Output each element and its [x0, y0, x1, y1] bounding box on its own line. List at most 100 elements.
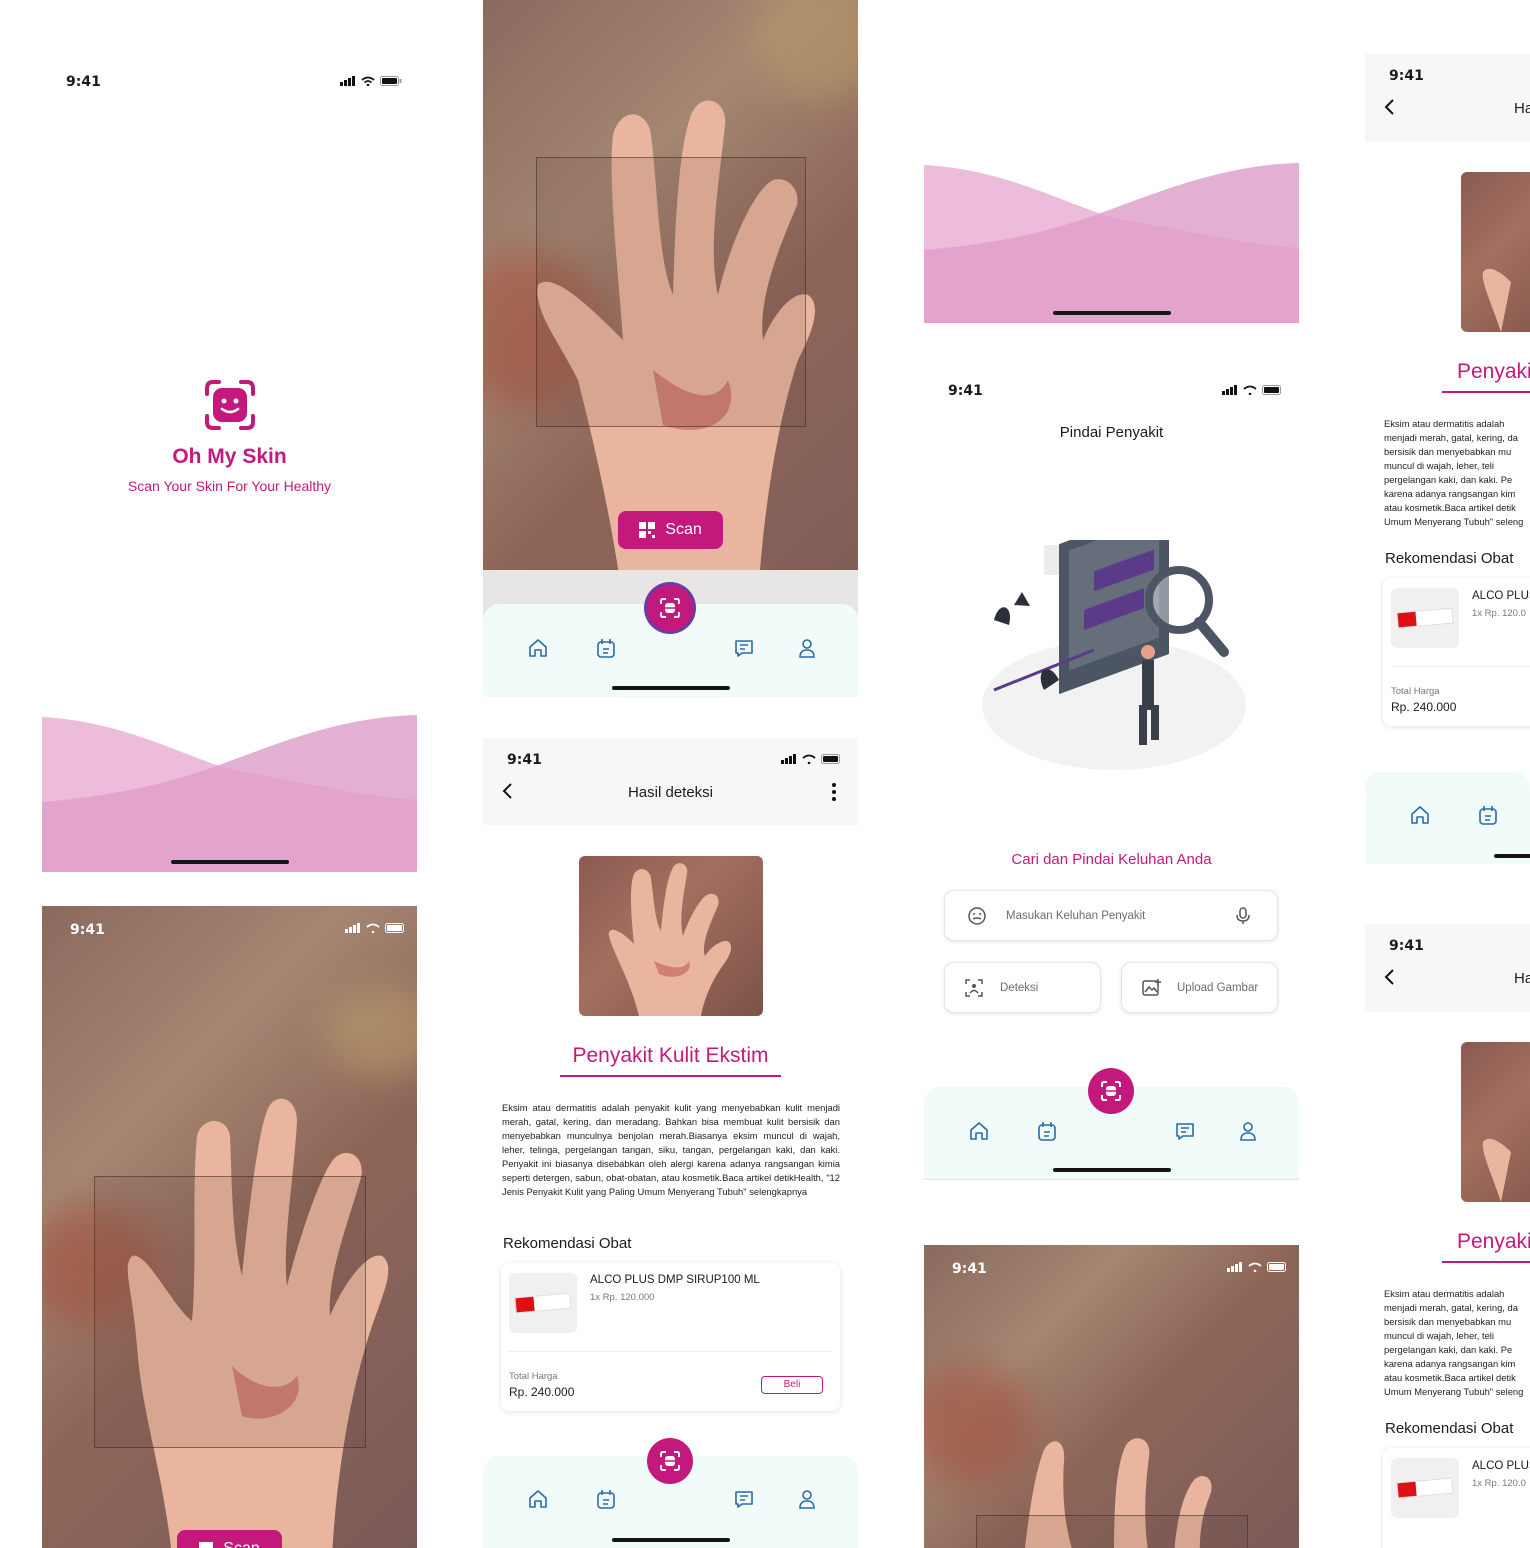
scan-button-label: Scan: [665, 521, 702, 538]
scan-button[interactable]: Scan: [177, 1530, 282, 1548]
status-time: 9:41: [66, 74, 101, 90]
product-card: ALCO PLUS 1x Rp. 120.0 Total Harga Rp. 2…: [1383, 578, 1530, 726]
wave-screen-bottom: [924, 160, 1299, 323]
detect-button[interactable]: Deteksi: [944, 962, 1101, 1013]
page-title: Hasil deteksi: [627, 784, 714, 801]
home-indicator: [171, 860, 289, 864]
status-icons: [345, 923, 407, 933]
status-icons: [340, 76, 402, 86]
more-icon[interactable]: [831, 782, 837, 802]
home-indicator: [1494, 854, 1530, 858]
total-value: Rp. 240.000: [1391, 700, 1457, 714]
product-name-cropped: ALCO PLUS: [1472, 590, 1530, 602]
result-screen: 9:41 Hasil deteksi Penyakit Kulit Ekstim…: [483, 738, 858, 1548]
status-time: 9:41: [1389, 938, 1424, 954]
back-icon[interactable]: [1383, 968, 1397, 986]
splash-screen: 9:41 Oh My Skin Scan Your Skin For Your …: [42, 40, 417, 872]
home-icon[interactable]: [527, 637, 549, 659]
scan-frame: [94, 1176, 366, 1448]
product-price-cropped: 1x Rp. 120.0: [1472, 608, 1526, 619]
app-logo-icon: [205, 380, 255, 430]
status-time: 9:41: [1389, 68, 1424, 84]
home-icon[interactable]: [527, 1488, 549, 1510]
home-indicator: [1053, 1168, 1171, 1172]
scan-icon: [1101, 1081, 1121, 1101]
emoji-icon: [968, 907, 986, 925]
product-name-cropped: ALCO PLUS: [1472, 1460, 1530, 1472]
scan-icon: [660, 1451, 680, 1471]
disease-title-cropped: Penyakit: [1457, 360, 1530, 383]
title-underline: [1442, 1261, 1530, 1263]
title-underline: [1442, 391, 1530, 393]
status-time: 9:41: [70, 922, 105, 938]
result-screen-cropped-1: 9:41 Ha Penyakit Eksim atau dermatitis a…: [1365, 54, 1530, 887]
scan-button[interactable]: Scan: [618, 511, 723, 549]
scan-fab-button[interactable]: [647, 1438, 693, 1484]
page-title-cropped: Ha: [1514, 100, 1530, 117]
upload-icon: [1142, 979, 1161, 996]
status-time: 9:41: [948, 383, 983, 399]
profile-icon[interactable]: [796, 637, 818, 659]
search-placeholder: Masukan Keluhan Penyakit: [1006, 910, 1146, 922]
qr-icon: [639, 522, 656, 538]
calendar-icon[interactable]: [1036, 1120, 1058, 1142]
calendar-icon[interactable]: [595, 1488, 617, 1510]
status-icons: [1227, 1262, 1289, 1272]
wave-decoration: [42, 715, 417, 872]
result-screen-cropped-2: 9:41 Ha Penyakit Eksim atau dermatitis a…: [1365, 924, 1530, 1548]
product-image: [1391, 1458, 1459, 1518]
disease-title: Penyakit Kulit Ekstim: [572, 1044, 769, 1067]
page-title: Pindai Penyakit: [1059, 424, 1164, 441]
buy-button[interactable]: Beli: [761, 1376, 823, 1394]
scan-frame: [536, 157, 806, 427]
calendar-icon[interactable]: [1477, 804, 1499, 826]
detected-photo: [1461, 1042, 1530, 1202]
app-tagline: Scan Your Skin For Your Healthy: [127, 478, 332, 494]
detected-photo: [1461, 172, 1530, 332]
chat-icon[interactable]: [733, 637, 755, 659]
home-indicator: [1053, 311, 1171, 315]
recommendation-title: Rekomendasi Obat: [1385, 1420, 1514, 1437]
total-label: Total Harga: [1391, 686, 1440, 697]
wave-decoration: [924, 163, 1299, 323]
status-icons: [781, 754, 843, 764]
back-icon[interactable]: [1383, 98, 1397, 116]
status-time: 9:41: [952, 1261, 987, 1277]
product-name: ALCO PLUS DMP SIRUP100 ML: [590, 1274, 760, 1286]
product-card: ALCO PLUS DMP SIRUP100 ML 1x Rp. 120.000…: [501, 1263, 840, 1411]
search-screen: 9:41 Pindai Penyakit Cari dan Pindai Kel…: [924, 360, 1299, 1180]
bottom-nav: [1365, 772, 1530, 864]
qr-icon: [199, 1542, 214, 1548]
scan-frame: [976, 1515, 1248, 1548]
profile-icon[interactable]: [796, 1488, 818, 1510]
complaint-search-input[interactable]: Masukan Keluhan Penyakit: [944, 890, 1278, 941]
app-name: Oh My Skin: [172, 445, 287, 468]
detect-icon: [965, 979, 983, 997]
product-image: [1391, 588, 1459, 648]
profile-icon[interactable]: [1237, 1120, 1259, 1142]
signal-icon: [340, 76, 355, 86]
total-label: Total Harga: [509, 1371, 558, 1382]
scan-fab-button[interactable]: [647, 585, 693, 631]
chat-icon[interactable]: [1174, 1120, 1196, 1142]
product-price-cropped: 1x Rp. 120.0: [1472, 1478, 1526, 1489]
product-card: ALCO PLUS 1x Rp. 120.0: [1383, 1448, 1530, 1548]
camera-screen-3: 9:41: [924, 1245, 1299, 1548]
home-icon[interactable]: [968, 1120, 990, 1142]
disease-description: Eksim atau dermatitis adalah penyakit ku…: [502, 1102, 840, 1197]
chat-icon[interactable]: [733, 1488, 755, 1510]
scan-fab-button[interactable]: [1088, 1068, 1134, 1114]
wifi-icon: [361, 76, 375, 86]
home-icon[interactable]: [1409, 804, 1431, 826]
disease-title-cropped: Penyakit: [1457, 1230, 1530, 1253]
status-time: 9:41: [507, 752, 542, 768]
status-icons: [1222, 385, 1284, 395]
disease-description-cropped: Eksim atau dermatitis adalah menjadi mer…: [1384, 1288, 1524, 1397]
detected-photo: [579, 856, 763, 1016]
search-heading: Cari dan Pindai Keluhan Anda: [1011, 851, 1212, 868]
upload-image-button[interactable]: Upload Gambar: [1121, 962, 1278, 1013]
home-indicator: [612, 686, 730, 690]
recommendation-title: Rekomendasi Obat: [503, 1235, 632, 1252]
calendar-icon[interactable]: [595, 637, 617, 659]
mic-icon[interactable]: [1236, 907, 1250, 925]
